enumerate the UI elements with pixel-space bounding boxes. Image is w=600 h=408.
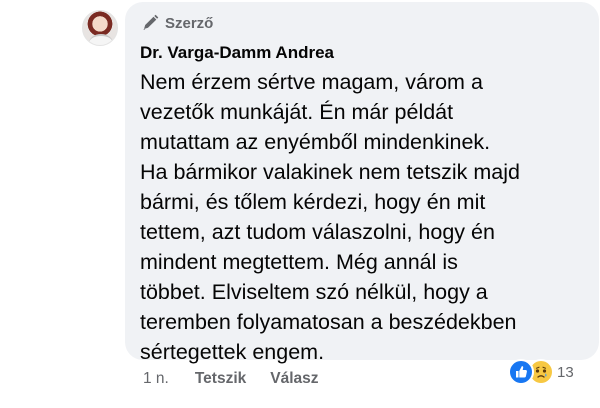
avatar-figure (89, 34, 113, 45)
avatar[interactable] (82, 10, 118, 46)
author-name[interactable]: Dr. Varga-Damm Andrea (140, 42, 585, 64)
reaction-count: 13 (557, 363, 574, 381)
reply-button[interactable]: Válasz (270, 370, 318, 388)
timestamp[interactable]: 1 n. (143, 370, 169, 388)
comment-bubble: Szerző Dr. Varga-Damm Andrea Nem érzem s… (125, 2, 599, 364)
pen-icon (143, 14, 159, 30)
author-badge-label: Szerző (165, 14, 214, 32)
author-badge: Szerző (141, 12, 585, 34)
comment-actions: 1 n. Tetszik Válasz (143, 368, 343, 390)
comment-text: Nem érzem sértve magam, várom a vezetők … (140, 70, 520, 364)
like-button[interactable]: Tetszik (195, 370, 246, 388)
reaction-summary[interactable]: 13 (508, 359, 574, 385)
like-icon (508, 359, 534, 385)
comment: Szerző Dr. Varga-Damm Andrea Nem érzem s… (0, 0, 600, 408)
